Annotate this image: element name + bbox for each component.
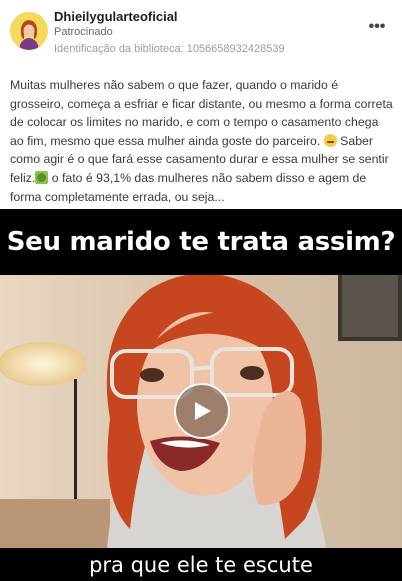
play-button[interactable] bbox=[174, 383, 230, 439]
video-subtitle: pra que ele te escute bbox=[89, 553, 313, 577]
more-options-icon: ••• bbox=[368, 18, 386, 35]
library-id: Identificação da biblioteca: 10566589324… bbox=[54, 43, 285, 55]
smiling-face-emoji-icon bbox=[323, 133, 337, 147]
video-title: Seu marido te trata assim? bbox=[6, 227, 396, 257]
play-icon bbox=[195, 402, 211, 420]
post-text: Muitas mulheres não sabem o que fazer, q… bbox=[10, 76, 394, 206]
avatar-illustration-icon bbox=[10, 12, 48, 50]
more-options-button[interactable]: ••• bbox=[366, 18, 388, 38]
post-text-part3: o fato é 93,1% das mulheres não sabem di… bbox=[10, 170, 367, 204]
sponsored-label: Patrocinado bbox=[54, 26, 113, 38]
avatar[interactable] bbox=[10, 12, 48, 50]
page-name-link[interactable]: Dhieilygularteoficial bbox=[54, 9, 178, 24]
money-emoji-icon bbox=[35, 170, 49, 184]
video-player[interactable]: Seu marido te trata assim? pra que ele t… bbox=[0, 209, 402, 581]
post-header: Dhieilygularteoficial Patrocinado Identi… bbox=[0, 0, 402, 66]
